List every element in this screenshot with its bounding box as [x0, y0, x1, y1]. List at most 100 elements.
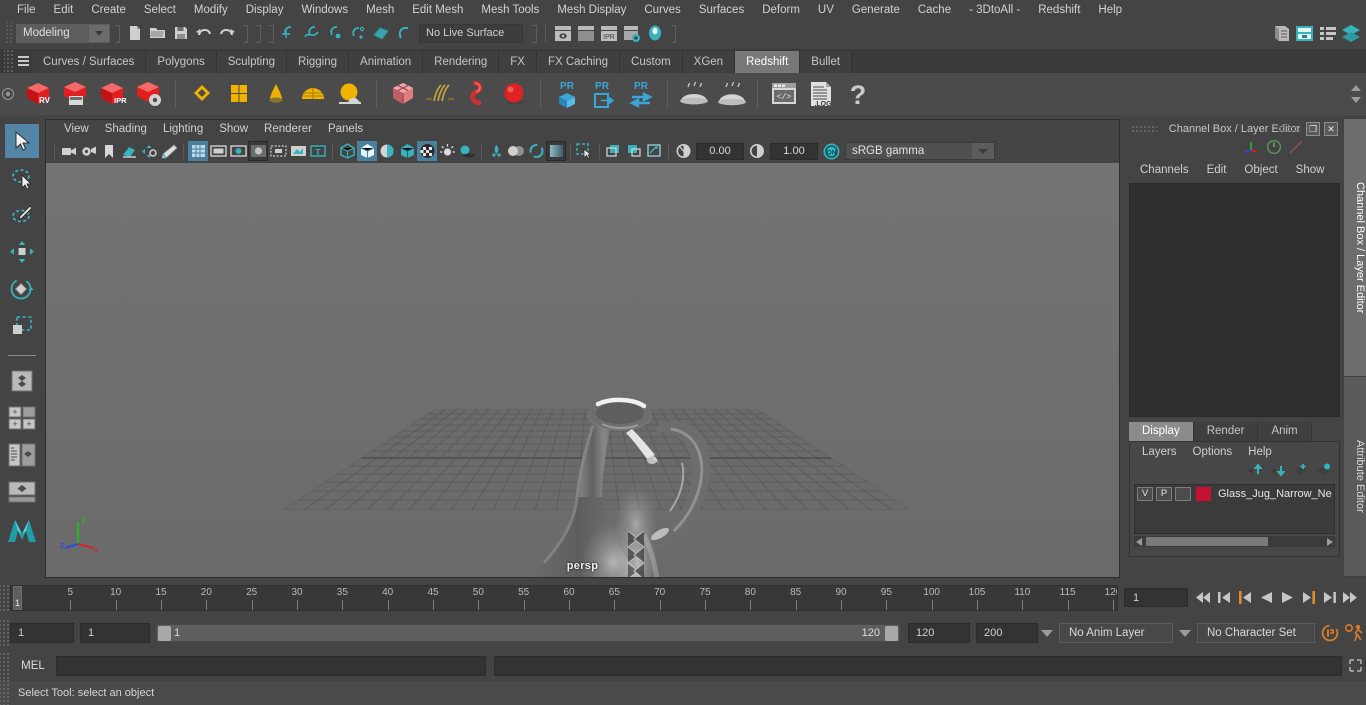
panel-grip-left[interactable] — [1131, 125, 1157, 133]
anim-layer-field[interactable]: No Anim Layer — [1059, 623, 1173, 643]
shelf-redshift-render-settings-icon[interactable] — [131, 76, 167, 112]
snap-curve-icon[interactable] — [300, 22, 323, 44]
character-set-dropdown-arrow[interactable] — [1176, 623, 1194, 643]
range-slider-grip[interactable] — [0, 620, 10, 646]
panel-grip-right[interactable] — [1278, 125, 1300, 133]
textured-icon[interactable] — [417, 141, 437, 161]
scroll-left-icon[interactable] — [1136, 537, 1142, 546]
vtab-channel-box-layer-editor[interactable]: Channel Box / Layer Editor — [1344, 119, 1366, 377]
status-line-grip[interactable] — [4, 22, 12, 44]
toolbar-separator[interactable] — [254, 24, 261, 43]
time-cursor[interactable]: 1 — [13, 585, 22, 610]
shelf-redshift-ies-light-icon[interactable] — [258, 76, 294, 112]
shelf-scroll-down-icon[interactable] — [1351, 97, 1361, 103]
menu-create[interactable]: Create — [82, 0, 135, 20]
vtab-attribute-editor[interactable]: Attribute Editor — [1344, 377, 1366, 577]
viewport-menu-lighting[interactable]: Lighting — [155, 120, 211, 139]
channel-menu-edit[interactable]: Edit — [1198, 164, 1236, 176]
layer-menu-options[interactable]: Options — [1185, 446, 1241, 458]
layer-tab-display[interactable]: Display — [1129, 422, 1194, 441]
channel-box-content[interactable] — [1129, 183, 1340, 417]
shelf-redshift-log-file-icon[interactable]: .LOG — [803, 76, 839, 112]
film-gate-icon[interactable] — [208, 141, 228, 161]
ipr-render-icon[interactable]: IPR — [597, 22, 620, 44]
shelf-tab-rendering[interactable]: Rendering — [423, 51, 500, 73]
2d-pan-zoom-icon[interactable] — [139, 141, 159, 161]
new-scene-icon[interactable] — [123, 22, 146, 44]
make-live-icon[interactable] — [392, 22, 415, 44]
menu-edit[interactable]: Edit — [45, 0, 83, 20]
shelf-tab-sculpting[interactable]: Sculpting — [216, 51, 288, 73]
layer-menu-layers[interactable]: Layers — [1134, 446, 1185, 458]
scrollbar-thumb[interactable] — [1146, 537, 1268, 546]
color-management-icon[interactable]: ON — [821, 141, 841, 161]
depth-of-field-icon[interactable] — [546, 141, 566, 161]
camera-attributes-icon[interactable] — [79, 141, 99, 161]
layer-color-swatch[interactable] — [1196, 486, 1211, 501]
range-slider-bar[interactable]: 1 120 — [156, 624, 900, 642]
shelf-scroll-arrows[interactable] — [1350, 73, 1366, 115]
move-layer-up-icon[interactable] — [1246, 462, 1263, 482]
menu-select[interactable]: Select — [135, 0, 185, 20]
wireframe-icon[interactable] — [337, 141, 357, 161]
layout-four-view[interactable]: + + + — [5, 401, 39, 435]
layout-persp-outliner[interactable] — [5, 438, 39, 472]
shelf-redshift-proxy-object-icon[interactable]: PR — [549, 76, 585, 112]
wireframe-on-shaded-icon[interactable] — [397, 141, 417, 161]
snap-projected-center-icon[interactable] — [346, 22, 369, 44]
menu-edit-mesh[interactable]: Edit Mesh — [403, 0, 472, 20]
redo-icon[interactable] — [215, 22, 238, 44]
layer-visibility-toggle[interactable]: V — [1137, 486, 1153, 501]
exposure-field[interactable]: 0.00 — [696, 142, 744, 160]
menu-display[interactable]: Display — [237, 0, 293, 20]
snap-grid-icon[interactable] — [277, 22, 300, 44]
menu-3dtoall[interactable]: - 3DtoAll - — [960, 0, 1029, 20]
layer-menu-help[interactable]: Help — [1240, 446, 1280, 458]
play-backwards-icon[interactable] — [1257, 588, 1276, 607]
shelf-redshift-physical-sun-icon[interactable] — [332, 76, 368, 112]
anim-layer-dropdown-arrow[interactable] — [1038, 623, 1056, 643]
render-settings-icon[interactable] — [620, 22, 643, 44]
render-view-icon[interactable] — [551, 22, 574, 44]
expand-script-editor-icon[interactable] — [1344, 655, 1366, 677]
menu-redshift[interactable]: Redshift — [1029, 0, 1089, 20]
layer-shading-toggle[interactable] — [1175, 486, 1191, 501]
shelf-tab-redshift[interactable]: Redshift — [735, 51, 801, 73]
command-line-grip[interactable] — [0, 652, 10, 679]
tool-scale[interactable] — [5, 309, 39, 343]
tool-rotate[interactable] — [5, 272, 39, 306]
scroll-right-icon[interactable] — [1327, 537, 1333, 546]
gate-mask-icon[interactable] — [248, 141, 268, 161]
menu-set-selector[interactable]: Modeling — [16, 23, 110, 43]
open-scene-icon[interactable] — [146, 22, 169, 44]
shelf-tab-bullet[interactable]: Bullet — [800, 51, 853, 73]
shelf-redshift-bake-all-icon[interactable] — [713, 76, 749, 112]
shelf-redshift-curve-icon[interactable] — [459, 76, 495, 112]
layer-tab-render[interactable]: Render — [1193, 422, 1259, 441]
menu-surfaces[interactable]: Surfaces — [690, 0, 753, 20]
shadows-icon[interactable] — [457, 141, 477, 161]
create-empty-layer-icon[interactable] — [1292, 463, 1308, 482]
command-input[interactable] — [56, 655, 486, 676]
menu-mesh[interactable]: Mesh — [357, 0, 403, 20]
safe-action-icon[interactable] — [288, 141, 308, 161]
animation-end-field[interactable]: 200 — [976, 623, 1038, 643]
outliner-icon[interactable] — [1270, 22, 1293, 44]
menu-cache[interactable]: Cache — [909, 0, 960, 20]
xray-active-components-icon[interactable] — [644, 141, 664, 161]
go-to-end-icon[interactable] — [1341, 588, 1360, 607]
shelf-tab-rigging[interactable]: Rigging — [287, 51, 350, 73]
step-back-key-icon[interactable] — [1236, 588, 1255, 607]
toolbar-separator[interactable] — [267, 24, 274, 43]
move-layer-down-icon[interactable] — [1269, 463, 1286, 482]
toolbar-separator[interactable] — [669, 24, 676, 43]
shelf-tab-fx-caching[interactable]: FX Caching — [536, 51, 621, 73]
shelf-grip[interactable] — [4, 49, 14, 73]
shelf-tab-polygons[interactable]: Polygons — [146, 51, 217, 73]
render-toggle-icon[interactable] — [643, 22, 666, 44]
channel-menu-object[interactable]: Object — [1235, 164, 1286, 176]
play-forwards-icon[interactable] — [1278, 588, 1297, 607]
bookmark-icon[interactable] — [99, 141, 119, 161]
screen-space-ambient-occlusion-icon[interactable] — [486, 141, 506, 161]
grid-toggle-icon[interactable] — [188, 141, 208, 161]
